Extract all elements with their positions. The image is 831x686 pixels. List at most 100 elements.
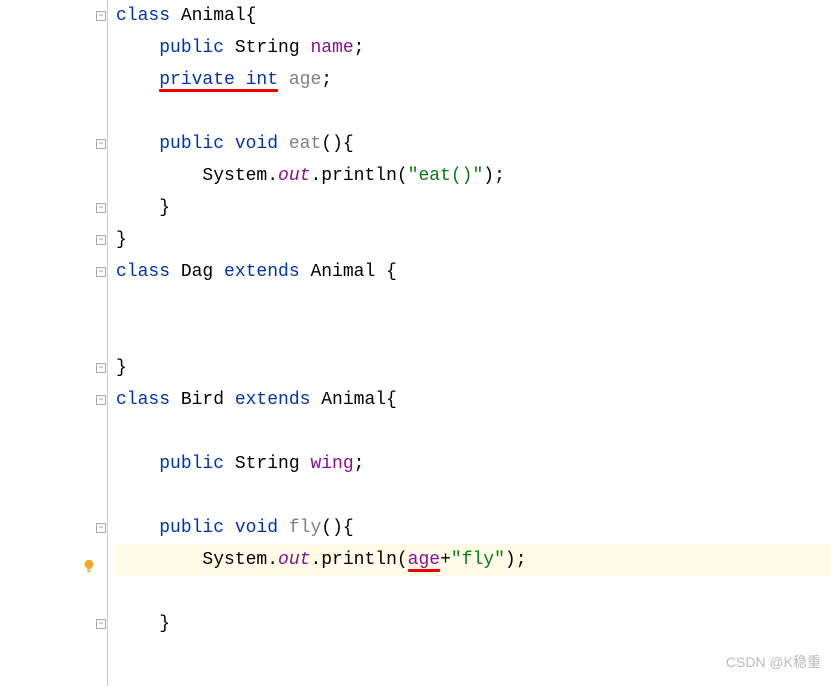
text: String	[224, 38, 310, 58]
fold-end-icon	[96, 619, 106, 629]
gutter-row	[0, 64, 108, 96]
code-line[interactable]: class Bird extends Animal{	[116, 384, 831, 416]
gutter-row	[0, 576, 108, 608]
brace: }	[159, 198, 170, 218]
gutter-row	[0, 608, 108, 640]
text: Bird	[170, 390, 235, 410]
gutter-row	[0, 416, 108, 448]
keyword-error: private int	[159, 70, 278, 90]
gutter-row	[0, 192, 108, 224]
keyword: class	[116, 6, 170, 26]
fold-toggle-icon[interactable]	[96, 267, 106, 277]
gutter-row	[0, 128, 108, 160]
method-name: fly	[289, 518, 321, 538]
gutter-row	[0, 512, 108, 544]
text: System.	[202, 550, 278, 570]
field-name: wing	[310, 454, 353, 474]
code-line[interactable]	[116, 320, 831, 352]
keyword: public	[159, 134, 224, 154]
keyword: public	[159, 38, 224, 58]
code-line[interactable]: System.out.println("eat()");	[116, 160, 831, 192]
gutter-row	[0, 544, 108, 576]
keyword: extends	[235, 390, 311, 410]
fold-toggle-icon[interactable]	[96, 11, 106, 21]
code-line[interactable]: private int age;	[116, 64, 831, 96]
code-line[interactable]	[116, 416, 831, 448]
code-line[interactable]: public String wing;	[116, 448, 831, 480]
fold-toggle-icon[interactable]	[96, 139, 106, 149]
text	[224, 134, 235, 154]
keyword: public	[159, 518, 224, 538]
code-line[interactable]: public void fly(){	[116, 512, 831, 544]
text: ;	[354, 38, 365, 58]
string-literal: "eat()"	[408, 166, 484, 186]
code-line[interactable]: }	[116, 352, 831, 384]
gutter-row	[0, 224, 108, 256]
code-line[interactable]	[116, 96, 831, 128]
text: (){	[321, 134, 353, 154]
gutter-row	[0, 352, 108, 384]
keyword: class	[116, 390, 170, 410]
watermark-text: CSDN @K稳重	[726, 646, 821, 678]
text	[278, 518, 289, 538]
code-editor[interactable]: class Animal{ public String name; privat…	[0, 0, 831, 686]
code-content[interactable]: class Animal{ public String name; privat…	[108, 0, 831, 686]
fold-end-icon	[96, 363, 106, 373]
text: .println(	[310, 166, 407, 186]
brace: }	[116, 358, 127, 378]
gutter-row	[0, 288, 108, 320]
text: Animal{	[310, 390, 396, 410]
gutter-row	[0, 96, 108, 128]
text: String	[224, 454, 310, 474]
gutter-row	[0, 448, 108, 480]
text	[278, 70, 289, 90]
code-line[interactable]: public void eat(){	[116, 128, 831, 160]
gutter	[0, 0, 108, 686]
text: +	[440, 550, 451, 570]
keyword: void	[235, 134, 278, 154]
method-name: eat	[289, 134, 321, 154]
code-line[interactable]: }	[116, 608, 831, 640]
text: Animal {	[300, 262, 397, 282]
gutter-row	[0, 320, 108, 352]
static-field: out	[278, 550, 310, 570]
code-line[interactable]: class Animal{	[116, 0, 831, 32]
text: ;	[354, 454, 365, 474]
text: ;	[321, 70, 332, 90]
gutter-row	[0, 0, 108, 32]
gutter-row	[0, 384, 108, 416]
field-name: name	[310, 38, 353, 58]
code-line[interactable]: public String name;	[116, 32, 831, 64]
code-line[interactable]: }	[116, 224, 831, 256]
brace: }	[116, 230, 127, 250]
text	[278, 134, 289, 154]
fold-end-icon	[96, 235, 106, 245]
static-field: out	[278, 166, 310, 186]
text: );	[505, 550, 527, 570]
code-line[interactable]: class Dag extends Animal {	[116, 256, 831, 288]
unused-field: age	[289, 70, 321, 90]
gutter-row	[0, 480, 108, 512]
text: .println(	[310, 550, 407, 570]
code-line[interactable]	[116, 576, 831, 608]
keyword: class	[116, 262, 170, 282]
fold-toggle-icon[interactable]	[96, 523, 106, 533]
intention-bulb-icon[interactable]	[82, 553, 96, 567]
string-literal: "fly"	[451, 550, 505, 570]
keyword: extends	[224, 262, 300, 282]
code-line[interactable]	[116, 480, 831, 512]
text: (){	[321, 518, 353, 538]
text: Animal{	[170, 6, 256, 26]
text: );	[483, 166, 505, 186]
code-line-highlighted[interactable]: System.out.println(age+"fly");	[116, 544, 831, 576]
text: System.	[202, 166, 278, 186]
fold-end-icon	[96, 203, 106, 213]
text: Dag	[170, 262, 224, 282]
keyword: public	[159, 454, 224, 474]
code-line[interactable]	[116, 288, 831, 320]
gutter-row	[0, 160, 108, 192]
gutter-row	[0, 256, 108, 288]
field-error: age	[408, 550, 440, 570]
code-line[interactable]: }	[116, 192, 831, 224]
fold-toggle-icon[interactable]	[96, 395, 106, 405]
